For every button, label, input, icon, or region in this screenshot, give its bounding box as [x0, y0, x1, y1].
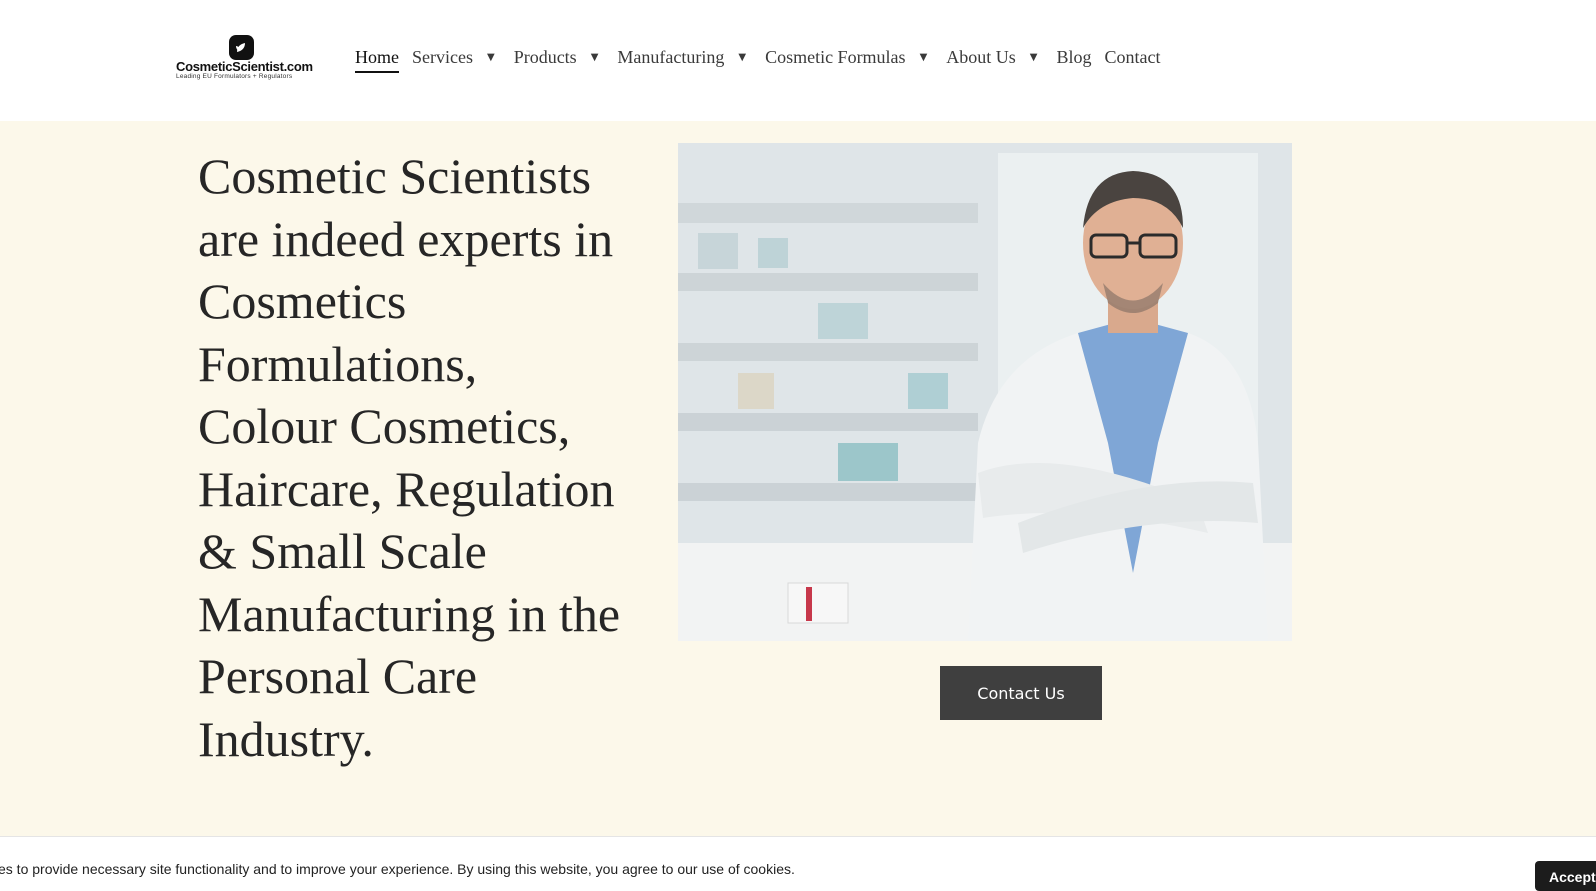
caret-down-icon[interactable]: ▼	[1030, 52, 1038, 63]
nav-label: Home	[355, 47, 399, 73]
hero-section: Cosmetic Scientists are indeed experts i…	[0, 121, 1596, 836]
nav-label: Products	[513, 46, 577, 67]
cookie-banner: es to provide necessary site functionali…	[0, 836, 1596, 891]
main-nav: Home Services ▼ Products ▼ Manufacturing…	[355, 46, 1174, 76]
nav-label: Services	[412, 46, 473, 67]
logo-name: CosmeticScientist.com	[176, 59, 313, 74]
logo-tagline: Leading EU Formulators + Regulators	[176, 73, 293, 80]
contact-us-button[interactable]: Contact Us	[940, 666, 1102, 720]
nav-item-about-us[interactable]: About Us ▼	[946, 46, 1043, 68]
cookie-message: es to provide necessary site functionali…	[0, 861, 795, 877]
nav-item-services[interactable]: Services ▼	[412, 46, 501, 68]
site-logo[interactable]: CosmeticScientist.com Leading EU Formula…	[176, 35, 313, 83]
nav-item-manufacturing[interactable]: Manufacturing ▼	[617, 46, 752, 68]
caret-down-icon[interactable]: ▼	[591, 52, 599, 63]
site-header: CosmeticScientist.com Leading EU Formula…	[0, 0, 1596, 121]
caret-down-icon[interactable]: ▼	[487, 52, 495, 63]
nav-label: Cosmetic Formulas	[765, 46, 906, 67]
nav-item-home[interactable]: Home	[355, 46, 399, 73]
nav-label: Blog	[1056, 46, 1092, 67]
hero-title: Cosmetic Scientists are indeed experts i…	[198, 148, 621, 767]
leaf-logo-icon	[229, 35, 254, 60]
caret-down-icon[interactable]: ▼	[920, 52, 928, 63]
scientist-illustration	[678, 143, 1292, 641]
nav-label: Contact	[1104, 46, 1161, 67]
nav-label: About Us	[946, 46, 1016, 67]
nav-item-blog[interactable]: Blog	[1056, 46, 1091, 68]
accept-cookies-button[interactable]: Accept	[1535, 861, 1596, 891]
hero-image-scientist	[678, 143, 1292, 641]
nav-item-products[interactable]: Products ▼	[514, 46, 605, 68]
nav-label: Manufacturing	[617, 46, 725, 67]
nav-item-contact[interactable]: Contact	[1105, 46, 1161, 68]
nav-item-cosmetic-formulas[interactable]: Cosmetic Formulas ▼	[765, 46, 933, 68]
caret-down-icon[interactable]: ▼	[738, 52, 746, 63]
